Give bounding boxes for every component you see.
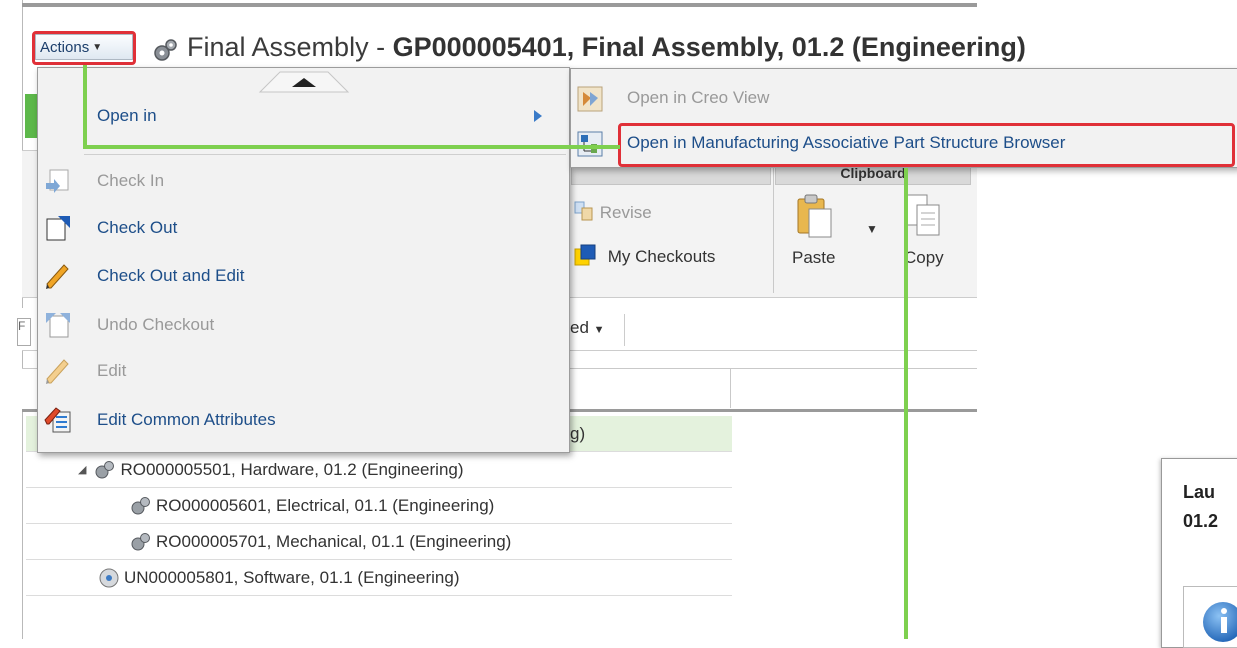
window-top-border: [22, 3, 977, 7]
software-disc-icon: [99, 568, 119, 587]
view-dropdown[interactable]: ed ▼: [570, 318, 605, 338]
menu-item-undo-checkout[interactable]: Undo Checkout: [38, 303, 568, 347]
filter-field[interactable]: F: [17, 318, 31, 346]
menu-item-check-out-and-edit[interactable]: Check Out and Edit: [38, 254, 568, 298]
collapse-triangle-icon[interactable]: ◢: [78, 463, 86, 476]
revise-icon: [574, 201, 593, 221]
paste-dropdown-icon[interactable]: ▼: [866, 222, 878, 236]
grid-column-divider: [730, 368, 731, 408]
check-in-icon: [46, 169, 69, 193]
creo-view-icon: [577, 86, 603, 112]
paste-label: Paste: [792, 248, 836, 267]
menu-item-edit-common-attributes[interactable]: Edit Common Attributes: [38, 398, 568, 442]
callout-line: [83, 65, 87, 149]
structure-browser-icon: [577, 131, 603, 157]
check-out-icon: [46, 216, 70, 241]
part-icon: [95, 460, 115, 478]
copy-icon[interactable]: [903, 193, 943, 239]
status-strip: [25, 94, 37, 138]
toolbar-divider: [624, 314, 625, 346]
part-icon: [131, 496, 150, 514]
paste-icon[interactable]: [796, 193, 834, 239]
edit-attributes-icon: [44, 407, 71, 433]
pencil-icon: [46, 264, 69, 289]
actions-highlight-box: [32, 31, 136, 65]
tree-row[interactable]: RO000005701, Mechanical, 01.1 (Engineeri…: [26, 524, 732, 560]
submenu-highlight-box: [618, 123, 1235, 167]
revise-button[interactable]: Revise: [573, 200, 652, 223]
callout-line: [904, 168, 908, 639]
submenu-item-open-in-creo-view[interactable]: Open in Creo View: [572, 76, 1232, 120]
my-checkouts-icon: [574, 244, 596, 266]
tree-row[interactable]: RO000005601, Electrical, 01.1 (Engineeri…: [26, 488, 732, 524]
menu-item-check-out[interactable]: Check Out: [38, 206, 568, 250]
scroll-up-arrow-icon[interactable]: [258, 70, 350, 94]
menu-separator: [84, 154, 566, 155]
part-icon: [131, 532, 150, 550]
undo-checkout-icon: [46, 313, 70, 338]
copy-label: Copy: [904, 248, 944, 267]
menu-item-open-in[interactable]: Open in: [38, 94, 568, 138]
menu-item-edit[interactable]: Edit: [38, 349, 568, 393]
part-structure-icon: [154, 39, 177, 61]
launch-dialog-title: Lau 01.2: [1183, 482, 1219, 531]
info-icon: [1203, 602, 1237, 642]
tree-row[interactable]: ◢ RO000005501, Hardware, 01.2 (Engineeri…: [26, 452, 732, 488]
menu-item-check-in[interactable]: Check In: [38, 159, 568, 203]
ribbon-divider: [773, 163, 774, 293]
page-title: Final Assembly - GP000005401, Final Asse…: [187, 32, 1026, 62]
callout-line: [83, 145, 620, 149]
submenu-arrow-icon: [534, 110, 542, 122]
tree-row[interactable]: UN000005801, Software, 01.1 (Engineering…: [26, 560, 732, 596]
pencil-icon: [46, 359, 69, 384]
my-checkouts-button[interactable]: My Checkouts: [573, 243, 715, 267]
